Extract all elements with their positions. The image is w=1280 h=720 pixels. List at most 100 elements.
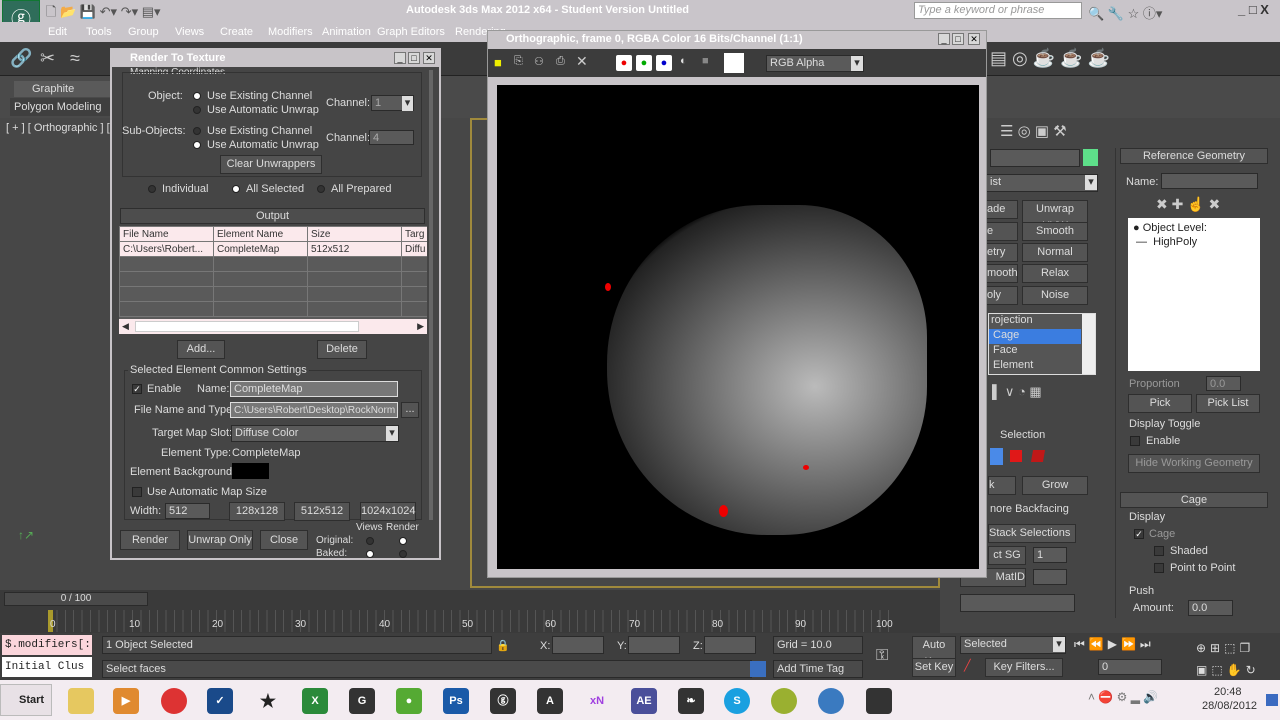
channel-spinner[interactable]: 4 [369,130,414,145]
display-toggle-enable-checkbox[interactable] [1130,436,1140,446]
list-item-object-level[interactable]: ● Object Level: [1128,218,1260,234]
unwrap-only-button[interactable]: Unwrap Only [187,530,253,550]
key-icon[interactable]: ⚿ [876,647,888,665]
modifier-list-dropdown[interactable]: ist ▾ [980,174,1098,192]
clear-unwrappers-button[interactable]: Clear Unwrappers [220,155,322,174]
checkmark-app-icon[interactable]: ✓ [207,688,233,714]
proportion-field[interactable]: 0.0 [1206,376,1241,391]
viewport-label[interactable]: [ + ] [ Orthographic ] [ S [6,122,120,134]
frog-app-icon[interactable]: ● [396,688,422,714]
original-views-radio[interactable] [366,537,374,545]
channel-display-dropdown[interactable]: RGB Alpha ▾ [766,55,864,72]
modifier-stack-list[interactable]: rojection Cage Face Element [988,313,1096,375]
time-slider[interactable]: 0 / 100 [4,592,148,606]
grow-button[interactable]: Grow [1022,476,1088,495]
show-desktop-button[interactable] [1266,694,1278,706]
maximize-button[interactable]: □ [408,52,420,64]
render-setup-icons[interactable]: ▤ ◎ ☕ ☕ ☕ [990,48,1110,69]
render-button[interactable]: Render [120,530,180,550]
tool-app-icon[interactable] [771,688,797,714]
time-tag-icon[interactable] [750,661,766,677]
mod-smooth-button[interactable]: Smooth [1022,222,1088,241]
window-controls[interactable]: _ □ X [1238,2,1269,17]
cage-rollout-title[interactable]: Cage [1120,492,1268,508]
menu-modifiers[interactable]: Modifiers [268,26,313,38]
object-auto-radio[interactable] [193,106,201,114]
selection-rollout-title[interactable]: Selection [1000,429,1045,441]
x-coord-field[interactable] [552,636,604,654]
lock-icon[interactable]: 🔒 [496,639,510,652]
frame-window-title[interactable]: Orthographic, frame 0, RGBA Color 16 Bit… [506,33,803,45]
mod-btn-5[interactable]: oly [986,286,1018,305]
element-select-icon[interactable] [1030,450,1046,462]
search-input[interactable]: Type a keyword or phrase [914,2,1082,19]
preset-128-button[interactable]: 128x128 [229,502,285,521]
chrome-icon[interactable] [161,688,187,714]
object-name-field[interactable] [990,149,1080,167]
all-prepared-radio[interactable] [317,185,325,193]
object-existing-radio[interactable] [193,92,201,100]
table-row[interactable]: C:\Users\Robert... CompleteMap 512x512 Diff… [119,241,427,257]
sg-dropdown[interactable] [960,594,1075,612]
key-mode-dropdown[interactable]: Selected ▾ [960,636,1066,654]
y-coord-field[interactable] [628,636,680,654]
col-target[interactable]: Targ [401,226,427,242]
all-selected-radio[interactable] [232,185,240,193]
clock-time[interactable]: 20:48 [1214,686,1242,698]
mod-normal-button[interactable]: Normal [1022,243,1088,262]
individual-radio[interactable] [148,185,156,193]
shaded-checkbox[interactable] [1154,546,1164,556]
maxscript-listener-1[interactable]: $.modifiers[: [2,635,92,655]
polygon-select-icon[interactable] [1010,450,1022,462]
ribbon-tab-graphite[interactable]: Graphite Modeling [14,81,110,111]
z-coord-field[interactable] [704,636,756,654]
zbrush-icon[interactable]: ★ [255,688,281,714]
close-icon[interactable]: ✕ [423,52,435,64]
alpha-toggle-icon[interactable]: ◐ [680,55,687,67]
excel-icon[interactable]: X [302,688,328,714]
command-panel-tabs[interactable]: ☰ ◎ ▣ ⚒ [1000,122,1067,140]
mod-noise-button[interactable]: Noise [1022,286,1088,305]
original-render-radio[interactable] [399,537,407,545]
mod-relax-button[interactable]: Relax [1022,264,1088,283]
browse-file-button[interactable]: ... [401,402,419,418]
mod-btn-2[interactable]: e [986,222,1018,241]
rendered-image[interactable] [497,85,979,569]
stack-item-projection[interactable]: rojection [989,314,1095,329]
delete-element-button[interactable]: Delete [317,340,367,359]
cage-checkbox[interactable]: ✓ [1134,529,1144,539]
col-size[interactable]: Size [307,226,402,242]
sg-field[interactable]: 1 [1033,547,1067,563]
output-rollout-title[interactable]: Output [120,208,425,224]
stack-tool-icons[interactable]: ▌ ∨ ◔ ▦ [992,384,1042,400]
col-element-name[interactable]: Element Name [213,226,308,242]
xnormal-icon[interactable]: xN [584,688,610,714]
explorer-icon[interactable] [68,688,94,714]
auto-map-size-checkbox[interactable] [132,487,142,497]
gear-app-icon[interactable]: G [349,688,375,714]
output-table[interactable]: File Name Element Name Size Targ C:\Users\R… [119,226,427,334]
pick-list-button[interactable]: Pick List [1196,394,1260,413]
stack-selections-button[interactable]: Stack Selections [988,524,1076,543]
ref-tool-icons[interactable]: ✖ ✚ ☝ ✖ [1156,196,1220,213]
key-filters-button[interactable]: Key Filters... [985,658,1063,677]
shrink-button[interactable]: k [988,476,1016,495]
playback-controls[interactable]: ⏮⏪▶⏩⏭ [1074,637,1155,652]
enable-checkbox[interactable]: ✓ [132,384,142,394]
select-sg-button[interactable]: ct SG [988,546,1026,565]
menu-tools[interactable]: Tools [86,26,112,38]
unlink-icon[interactable]: ✂ [40,48,55,69]
clock-date[interactable]: 28/08/2012 [1202,700,1257,712]
clear-icon[interactable]: ✕ [576,53,588,70]
red-channel-toggle[interactable]: ● [616,55,632,71]
mod-btn-1[interactable]: ade [986,200,1018,219]
sub-existing-radio[interactable] [193,127,201,135]
set-key-mode-icon[interactable]: ╱ [964,659,971,672]
frame-maximize-button[interactable]: □ [952,33,964,45]
baked-views-radio[interactable] [366,550,374,558]
media-player-icon[interactable]: ▶ [113,688,139,714]
clone-window-icon[interactable]: ⚇ [534,55,544,68]
mod-btn-3[interactable]: etry [986,243,1018,262]
skype-icon[interactable]: S [724,688,750,714]
menu-views[interactable]: Views [175,26,204,38]
